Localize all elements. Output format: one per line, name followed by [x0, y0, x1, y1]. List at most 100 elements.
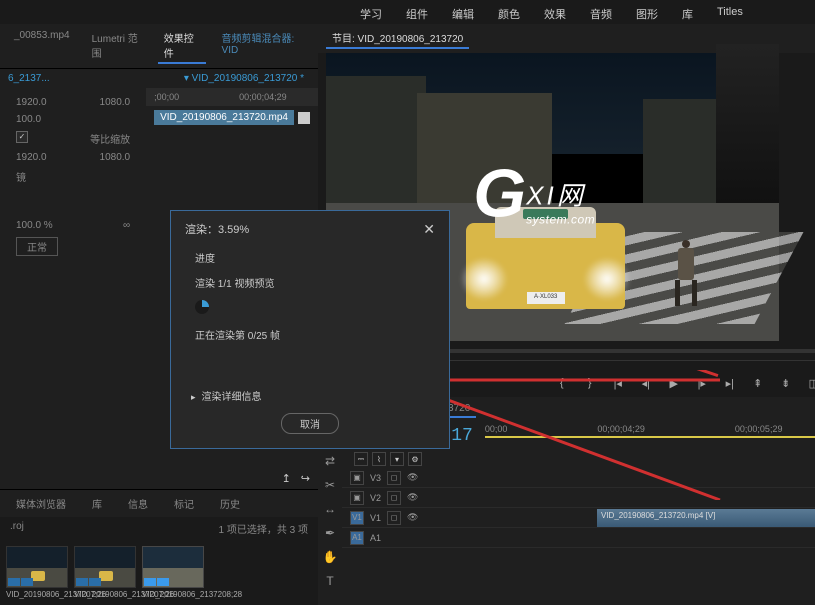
effect-controls-header: 6_2137... ▾ VID_20190806_213720 * [0, 69, 318, 88]
tab-info[interactable]: 信息 [122, 494, 154, 513]
timeline-clip[interactable]: VID_20190806_213720.mp4 [V] [597, 509, 815, 527]
effect-properties: 1920.0 1080.0 100.0 等比缩放 1920.0 1080.0 镜 1… [0, 88, 146, 265]
pencil-icon[interactable] [298, 112, 310, 124]
workspace-tabs: 学习 组件 编辑 颜色 效果 音频 图形 库 Titles [0, 0, 815, 24]
razor-tool-icon[interactable]: ✂ [322, 477, 338, 493]
progress-label: 进度 [195, 250, 435, 265]
project-name: .roj [10, 521, 24, 536]
extract-icon[interactable]: ⇟ [778, 375, 794, 391]
step-back-icon[interactable]: ◂| [638, 375, 654, 391]
thumb-item[interactable]: VID_20190806_2137207;26 [6, 546, 68, 599]
effect-clip-row: VID_20190806_213720.mp4 [146, 106, 318, 129]
prop-anchor-x[interactable]: 1920.0 [16, 152, 47, 163]
marker-icon[interactable]: ▾ [390, 452, 404, 466]
tab-markers[interactable]: 标记 [168, 494, 200, 513]
tab-program[interactable]: 节目: VID_20190806_213720 [326, 28, 469, 49]
tl-mark: 00;00;04;29 [597, 424, 645, 434]
ripple-tool-icon[interactable]: ⇄ [322, 453, 338, 469]
ws-library[interactable]: 库 [682, 6, 693, 18]
track-toggle[interactable]: ▣ [350, 491, 364, 505]
go-out-icon[interactable]: ▸| [722, 375, 738, 391]
ws-editing[interactable]: 编辑 [452, 6, 474, 18]
ws-audio[interactable]: 音频 [590, 6, 612, 18]
mark-out-icon[interactable]: } [582, 375, 598, 391]
project-panel-tabs: 媒体浏览器 库 信息 标记 历史 [0, 489, 318, 517]
prop-opacity[interactable]: 100.0 % [16, 220, 53, 231]
label-uniform-scale: 等比缩放 [90, 131, 130, 146]
thumb-name: VID_20190806_213720 [142, 590, 227, 599]
play-icon[interactable]: ▶ [666, 375, 682, 391]
track-a1: A1 A1 [342, 528, 815, 548]
eye-icon[interactable]: 👁 [407, 472, 418, 483]
prop-anchor-y[interactable]: 1080.0 [100, 152, 131, 163]
mark-in-icon[interactable]: { [554, 375, 570, 391]
mute-icon[interactable]: ◻ [387, 491, 401, 505]
pen-tool-icon[interactable]: ✒ [322, 525, 338, 541]
link-icon[interactable]: ⌇ [372, 452, 386, 466]
mute-icon[interactable]: ◻ [387, 511, 401, 525]
settings-icon[interactable]: ⚙ [408, 452, 422, 466]
cancel-button[interactable]: 取消 [281, 413, 339, 434]
prop-scale[interactable]: 100.0 [16, 114, 41, 125]
effect-timeline-ruler: ;00;00 00;00;04;29 [146, 88, 318, 106]
prop-group-mirror: 镜 [16, 166, 130, 187]
tab-effect-controls[interactable]: 效果控件 [158, 28, 206, 64]
lift-icon[interactable]: ⇞ [750, 375, 766, 391]
render-details-toggle[interactable]: 渲染详细信息 [191, 388, 435, 403]
clip-bar[interactable]: VID_20190806_213720.mp4 [154, 110, 294, 125]
track-label: V3 [370, 473, 381, 483]
track-toggle[interactable]: ▣ [350, 471, 364, 485]
tab-media-browser[interactable]: 媒体浏览器 [10, 494, 72, 513]
timeline-ruler: 00;00 00;00;04;29 00;00;05;29 00;00;06;2… [485, 422, 815, 436]
tl-mark: 00;00 [485, 424, 508, 434]
hand-tool-icon[interactable]: ✋ [322, 549, 338, 565]
prop-pos-x[interactable]: 1920.0 [16, 97, 47, 108]
tab-library[interactable]: 库 [86, 494, 108, 513]
dropdown-blend-mode[interactable]: 正常 [16, 237, 58, 256]
share-icon[interactable]: ↪ [301, 472, 310, 485]
tab-history[interactable]: 历史 [214, 494, 246, 513]
ws-learn[interactable]: 学习 [360, 6, 382, 18]
ws-assembly[interactable]: 组件 [406, 6, 428, 18]
tab-audio-mixer[interactable]: 音频剪辑混合器: VID [216, 28, 310, 64]
tab-source[interactable]: _00853.mp4 [8, 28, 76, 64]
selection-count: 1 项已选择，共 3 项 [219, 521, 308, 536]
type-tool-icon[interactable]: T [322, 573, 338, 589]
step-fwd-icon[interactable]: |▸ [694, 375, 710, 391]
eye-icon[interactable]: 👁 [407, 492, 418, 503]
mute-icon[interactable]: ◻ [387, 471, 401, 485]
source-panel-tabs: _00853.mp4 Lumetri 范围 效果控件 音频剪辑混合器: VID [0, 24, 318, 69]
track-v1: V1 V1 ◻ 👁 VID_20190806_213720.mp4 [V] [342, 508, 815, 528]
snap-icon[interactable]: ⎓ [354, 452, 368, 466]
project-thumbnails: VID_20190806_2137207;26 VID_20190806_213… [0, 540, 318, 605]
timeline-tracks: ▣V3◻👁 ▣V2◻👁 V1V1◻👁 VID_20190806_213720.m… [342, 468, 815, 548]
dropdown-source[interactable]: 6_2137... [8, 73, 50, 84]
export-frame-icon[interactable]: ◫ [806, 375, 815, 391]
render-dialog: 渲染：3.59% ✕ 进度 渲染 1/1 视频预览 正在渲染第 0/25 帧 渲… [170, 210, 450, 449]
ws-titles[interactable]: Titles [717, 6, 743, 18]
prop-pos-y[interactable]: 1080.0 [100, 97, 131, 108]
track-label: V1 [370, 513, 381, 523]
checkbox-uniform-scale[interactable] [16, 131, 28, 143]
go-in-icon[interactable]: |◂ [610, 375, 626, 391]
track-toggle[interactable]: V1 [350, 511, 364, 525]
thumb-item[interactable]: VID_20190806_2137207;26 [74, 546, 136, 599]
ws-effects[interactable]: 效果 [544, 6, 566, 18]
thumb-item[interactable]: VID_20190806_2137208;28 [142, 546, 204, 599]
ws-graphics[interactable]: 图形 [636, 6, 658, 18]
ws-color[interactable]: 颜色 [498, 6, 520, 18]
link-icon[interactable]: ∞ [123, 220, 130, 231]
eye-icon[interactable]: 👁 [407, 512, 418, 523]
dropdown-sequence[interactable]: ▾ VID_20190806_213720 * [184, 73, 304, 84]
close-icon[interactable]: ✕ [423, 221, 435, 238]
tab-lumetri[interactable]: Lumetri 范围 [86, 28, 148, 64]
ruler-mark-0: ;00;00 [154, 92, 179, 102]
track-label: A1 [370, 533, 381, 543]
license-plate: A·XL033 [527, 292, 565, 304]
render-status-1: 渲染 1/1 视频预览 [195, 275, 435, 290]
slip-tool-icon[interactable]: ↔ [322, 501, 338, 517]
ruler-mark-1: 00;00;04;29 [239, 92, 287, 102]
export-icon[interactable]: ↥ [282, 472, 291, 485]
progress-pie-icon [195, 300, 209, 314]
track-toggle[interactable]: A1 [350, 531, 364, 545]
